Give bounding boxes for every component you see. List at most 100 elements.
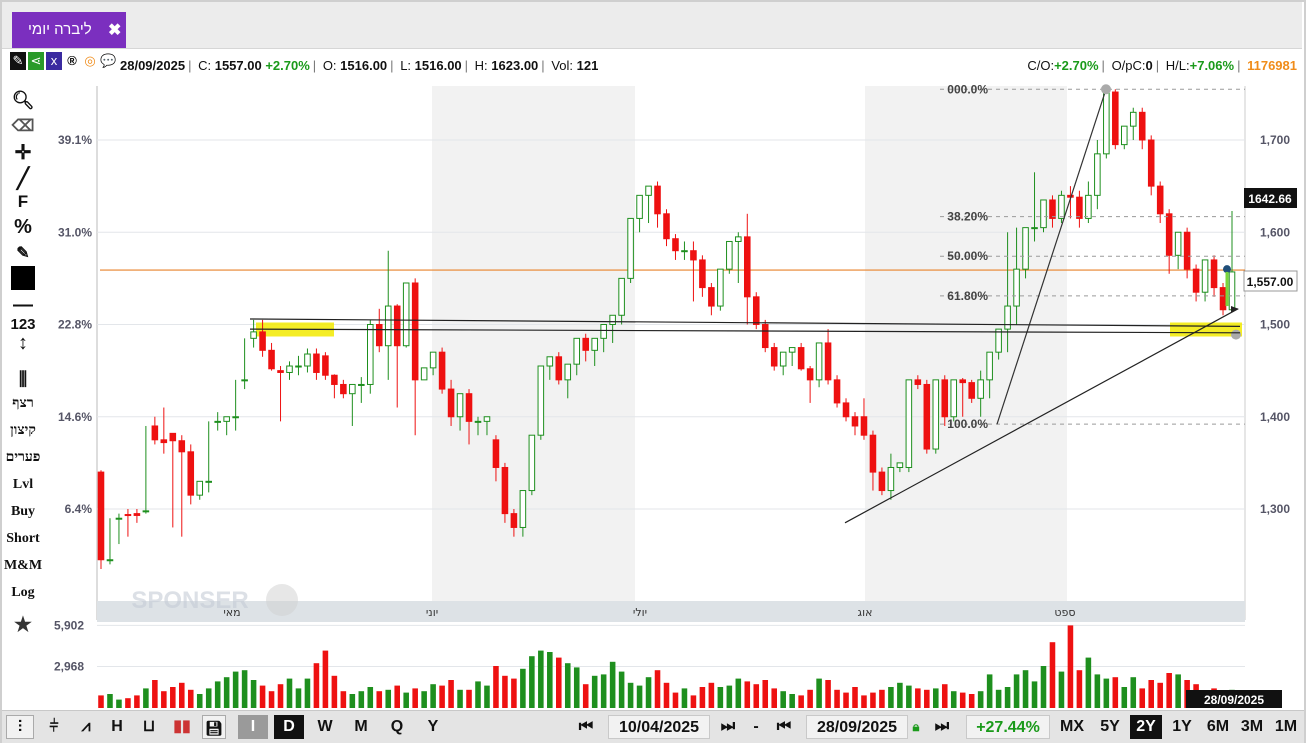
volume-bar <box>484 685 490 708</box>
edit-icon[interactable]: ✎ <box>0 243 46 263</box>
candle-body <box>133 513 141 516</box>
candle-body <box>950 379 958 418</box>
volume-bar <box>906 685 912 708</box>
to-date[interactable]: 28/09/2025 <box>806 715 908 739</box>
from-date[interactable]: 10/04/2025 <box>608 715 710 739</box>
color-picker[interactable] <box>0 266 46 290</box>
range-2y[interactable]: 2Y <box>1130 715 1162 739</box>
star-icon[interactable]: ★ <box>0 612 46 637</box>
period-quarterly[interactable]: Q <box>382 715 412 739</box>
candle-body <box>788 347 796 353</box>
candle-body <box>986 351 993 381</box>
range-3m[interactable]: 3M <box>1236 715 1268 739</box>
color-swatch[interactable] <box>11 266 35 290</box>
candle-body <box>519 490 527 528</box>
save-icon[interactable]: 💾︎ <box>202 715 226 739</box>
volume-bar <box>1013 674 1020 708</box>
x-tick-label: ספט <box>1054 606 1075 619</box>
volume-bar <box>241 670 248 708</box>
eraser-icon[interactable]: ⌫ <box>0 116 46 136</box>
candle-body <box>304 353 311 367</box>
volume-bar <box>250 680 257 708</box>
from-prev-button[interactable]: ⏮ <box>568 715 604 739</box>
to-prev-button[interactable]: ⏮ <box>766 715 802 739</box>
volume-type-icon[interactable]: ▮▮ <box>168 715 196 739</box>
candle-body <box>196 480 204 496</box>
volume-bar <box>1175 674 1181 708</box>
volume-bar <box>511 678 517 708</box>
candle-body <box>959 379 966 384</box>
candle-body <box>160 439 168 444</box>
volume-bar <box>1094 674 1101 708</box>
tool-mm[interactable]: M&M <box>0 558 46 574</box>
volume-bar <box>1121 687 1128 708</box>
lock-icon[interactable]: 🔒︎ <box>908 715 924 739</box>
candle <box>367 319 374 394</box>
volume-bar <box>232 671 239 708</box>
range-6m[interactable]: 6M <box>1202 715 1234 739</box>
candle-body <box>384 305 392 347</box>
candle <box>501 462 509 523</box>
line-type-icon[interactable]: ⩘ <box>72 715 100 739</box>
hl-type-icon[interactable]: H <box>104 715 130 739</box>
volume-bar <box>1139 688 1146 708</box>
period-monthly[interactable]: M <box>346 715 376 739</box>
tool-gaps[interactable]: פערים <box>0 450 46 466</box>
volume-bar <box>645 677 652 708</box>
volume-bar <box>179 682 185 708</box>
candle <box>752 292 760 330</box>
candle-body <box>609 314 616 325</box>
candle-body <box>779 351 787 367</box>
candles-icon[interactable]: ⫼ <box>0 369 46 390</box>
range-5y[interactable]: 5Y <box>1094 715 1126 739</box>
tool-buy[interactable]: Buy <box>0 504 46 520</box>
candle-body <box>169 432 177 442</box>
range-1y[interactable]: 1Y <box>1166 715 1198 739</box>
fib-handle-bottom[interactable] <box>1231 329 1241 340</box>
volume-bar <box>340 691 347 708</box>
candle-body <box>1183 231 1191 270</box>
tool-short[interactable]: Short <box>0 531 46 547</box>
candle <box>761 319 769 353</box>
period-weekly[interactable]: W <box>310 715 340 739</box>
candle-body <box>833 379 841 404</box>
range-1m[interactable]: 1M <box>1270 715 1302 739</box>
volume-bar <box>376 691 383 708</box>
volume-bar <box>1058 671 1065 708</box>
period-yearly[interactable]: Y <box>418 715 448 739</box>
tool-extreme[interactable]: קיצון <box>0 423 46 439</box>
candle-body <box>896 462 904 468</box>
fib-level-label: 38.20% <box>947 210 988 224</box>
volume-bar <box>394 685 400 708</box>
candle-body <box>744 236 751 298</box>
tool-log[interactable]: Log <box>0 585 46 601</box>
watermark: SPONSER <box>131 587 248 614</box>
horizontal-line-icon[interactable]: — <box>0 294 46 317</box>
zoom-icon[interactable]: 🔍︎ <box>0 90 46 111</box>
line-tool-icon[interactable]: ╱ <box>0 166 46 191</box>
period-intraday[interactable]: I <box>238 715 268 739</box>
volume-bar <box>1130 677 1137 708</box>
numbers-tool[interactable]: 123 <box>0 316 46 333</box>
bar-type-icon[interactable]: ⊔ <box>136 715 162 739</box>
tool-lvl[interactable]: Lvl <box>0 477 46 493</box>
candle-body <box>223 416 230 422</box>
crosshair-icon[interactable]: ✛ <box>0 140 46 165</box>
fib-handle-top[interactable] <box>1101 84 1111 95</box>
percent-tool[interactable]: % <box>0 216 46 239</box>
volume-bar <box>941 684 948 708</box>
range-max[interactable]: MX <box>1056 715 1088 739</box>
price-chart[interactable]: מאי יוני יולי אוג ספט SPONSER 1,3001,4001,50… <box>0 0 1310 747</box>
period-daily[interactable]: D <box>274 715 304 739</box>
vertical-measure-icon[interactable]: ↕ <box>0 332 46 355</box>
volume-bar <box>564 663 571 708</box>
tool-streak[interactable]: רצף <box>0 396 46 412</box>
ohlc-type-icon[interactable]: ⫩ <box>40 715 68 739</box>
candle-type-icon[interactable]: ⫶ <box>6 715 34 739</box>
fibonacci-tool[interactable]: F <box>0 192 46 212</box>
volume-bar <box>107 694 113 708</box>
from-next-button[interactable]: ⏭ <box>710 715 746 739</box>
volume-bar <box>1022 670 1029 708</box>
to-next-button[interactable]: ⏭ <box>924 715 960 739</box>
candle-body <box>331 374 338 385</box>
